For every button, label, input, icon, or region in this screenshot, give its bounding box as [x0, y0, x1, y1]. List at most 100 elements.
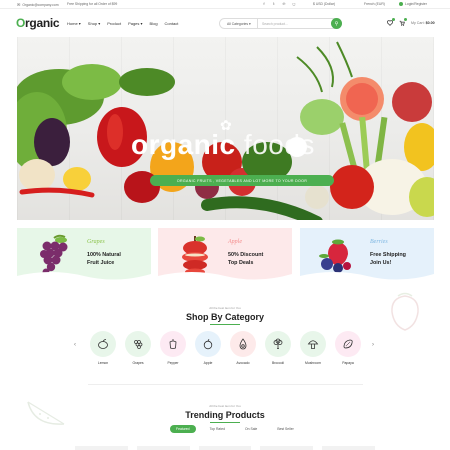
nav-shop[interactable]: Shop ▾ — [88, 21, 100, 26]
category-label: Mushroom — [304, 361, 322, 365]
strawberry-outline-decoration — [391, 292, 419, 331]
tab-on-sale[interactable]: On Sale — [239, 425, 263, 433]
category-label: Pepper — [167, 361, 179, 365]
category-item-papaya[interactable]: Papaya — [333, 331, 363, 365]
category-item-apple[interactable]: Apple — [193, 331, 223, 365]
category-label: Broccoli — [271, 361, 285, 365]
currency-select[interactable]: $ USD (Dollar) — [313, 2, 335, 6]
search-input[interactable]: Search product... — [258, 22, 331, 26]
trending-title: Trending Products — [185, 410, 265, 420]
grapes-icon — [125, 331, 151, 357]
promo-line2: Join Us! — [370, 260, 392, 266]
category-item-lemon[interactable]: Lemon — [88, 331, 118, 365]
cart-label: My Cart: — [411, 21, 425, 25]
product-card[interactable] — [136, 446, 190, 450]
promo-line2: Fruit Juice — [87, 260, 115, 266]
wave-decoration — [17, 272, 151, 282]
category-label: Lemon — [97, 361, 109, 365]
category-carousel: Lemon Grapes Pepper Apple Avocado Brocco… — [88, 331, 368, 371]
login-text: Login/Register — [405, 1, 427, 6]
promo-line1: 100% Natural — [87, 252, 121, 258]
promo-card-grapes[interactable]: Grapes 100% Natural Fruit Juice — [17, 228, 151, 282]
search-category-select[interactable]: All Categories ▾ — [220, 19, 258, 28]
product-card[interactable] — [198, 446, 252, 450]
promo-line1: Free Shipping — [370, 252, 406, 258]
page: ✉ Organic@company.com Free Shipping for … — [0, 0, 450, 450]
cart-total: $0.00 — [425, 21, 435, 25]
language-select[interactable]: French (EUR) — [364, 2, 385, 6]
product-grid-top — [75, 446, 375, 450]
main-header: Organic Home ▾ Shop ▾ Product Pages ▾ Bl… — [0, 9, 450, 37]
trending-tabs: Featured Top Rated On Sale Best Seller — [170, 425, 300, 433]
top-bar: ✉ Organic@company.com Free Shipping for … — [0, 0, 450, 9]
social-links: f 𝕥 ℗ ◻ — [262, 2, 296, 6]
nav-contact[interactable]: Contact — [165, 21, 179, 26]
login-register-link[interactable]: Login/Register — [399, 1, 427, 6]
tab-best-seller[interactable]: Best Seller — [271, 425, 299, 433]
instagram-icon[interactable]: ◻ — [292, 2, 296, 6]
twitter-icon[interactable]: 𝕥 — [272, 2, 276, 6]
wave-decoration — [158, 272, 292, 282]
category-label: Apple — [203, 361, 213, 365]
facebook-icon[interactable]: f — [262, 2, 266, 6]
hero-tagline: ORGANIC FRUITS , VEGETABLES AND LOT MORE… — [150, 175, 334, 186]
hero-title: organic foods — [131, 131, 315, 159]
category-next-arrow[interactable]: › — [372, 342, 374, 348]
hero-title-light: foods — [243, 129, 315, 160]
logo-initial: O — [16, 16, 26, 30]
logo[interactable]: Organic — [16, 16, 60, 30]
wave-decoration — [300, 272, 434, 282]
cart-icon[interactable] — [399, 18, 407, 26]
hero-banner[interactable]: ✿ organic foods ORGANIC FRUITS , VEGETAB… — [17, 37, 434, 220]
trending-subtitle: All the best item for You — [209, 404, 241, 408]
email-text: Organic@company.com — [22, 2, 59, 7]
category-label: Grapes — [132, 361, 144, 365]
email-link[interactable]: ✉ Organic@company.com — [17, 2, 59, 7]
product-card[interactable] — [75, 446, 128, 450]
promo-title: Berries — [370, 239, 388, 245]
category-item-mushroom[interactable]: Mushroom — [298, 331, 328, 365]
promo-title: Apple — [228, 239, 242, 245]
title-underline — [210, 422, 240, 423]
header-actions: My Cart: $0.00 — [386, 18, 435, 26]
category-label: Avocado — [236, 361, 250, 365]
category-label: Papaya — [342, 361, 354, 365]
papaya-icon — [335, 331, 361, 357]
section-divider — [88, 384, 363, 385]
cart-summary[interactable]: My Cart: $0.00 — [411, 21, 435, 25]
tab-featured[interactable]: Featured — [170, 425, 196, 433]
broccoli-icon — [265, 331, 291, 357]
category-item-broccoli[interactable]: Broccoli — [263, 331, 293, 365]
title-underline — [210, 324, 240, 325]
promo-card-berries[interactable]: Berries Free Shipping Join Us! — [300, 228, 434, 282]
promo-line1: 50% Discount — [228, 252, 264, 258]
nav-blog[interactable]: Blog — [150, 21, 158, 26]
nav-product[interactable]: Product — [107, 21, 121, 26]
promo-card-apple[interactable]: Apple 50% Discount Top Deals — [158, 228, 292, 282]
shipping-notice: Free Shipping for all Order of $99 — [67, 2, 118, 6]
promo-title: Grapes — [87, 239, 105, 245]
nav-home[interactable]: Home ▾ — [67, 21, 81, 26]
logo-text: rganic — [25, 16, 60, 30]
category-title: Shop By Category — [185, 312, 264, 322]
search-icon: ⚲ — [334, 20, 339, 27]
hero-title-bold: organic — [131, 129, 236, 160]
wishlist-icon[interactable] — [386, 18, 395, 26]
lemon-icon — [90, 331, 116, 357]
product-card[interactable] — [260, 446, 314, 450]
avocado-icon — [230, 331, 256, 357]
category-item-pepper[interactable]: Pepper — [158, 331, 188, 365]
search-button[interactable]: ⚲ — [331, 18, 342, 29]
product-card[interactable] — [322, 446, 375, 450]
mail-icon: ✉ — [17, 2, 21, 7]
category-prev-arrow[interactable]: ‹ — [74, 342, 76, 348]
pinterest-icon[interactable]: ℗ — [282, 2, 286, 6]
nav-pages[interactable]: Pages ▾ — [128, 21, 142, 26]
category-subtitle: All the best item for You — [209, 306, 241, 310]
main-nav: Home ▾ Shop ▾ Product Pages ▾ Blog Conta… — [67, 21, 178, 26]
tab-top-rated[interactable]: Top Rated — [204, 425, 231, 433]
category-item-avocado[interactable]: Avocado — [228, 331, 258, 365]
user-icon — [399, 1, 403, 6]
pepper-icon — [160, 331, 186, 357]
category-item-grapes[interactable]: Grapes — [123, 331, 153, 365]
